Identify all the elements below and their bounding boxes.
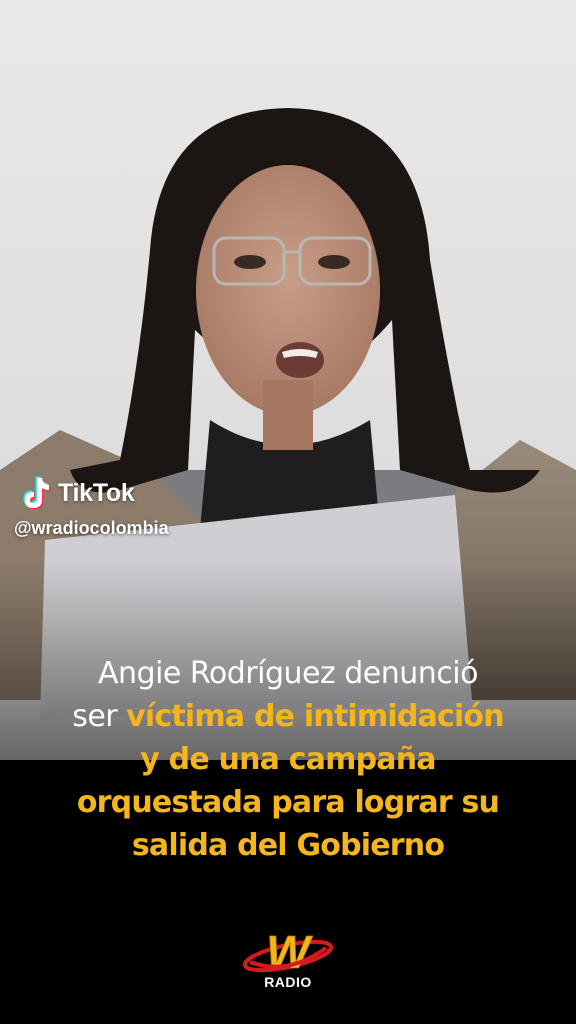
- caption-text-white-2: ser: [72, 699, 127, 734]
- caption-text-highlight-2: y de una campaña: [140, 742, 436, 777]
- caption-line-1: Angie Rodríguez denunció: [20, 652, 556, 695]
- caption-line-2: ser víctima de intimidación: [20, 695, 556, 738]
- logo-subtitle: RADIO: [264, 974, 312, 990]
- logo-letter: W: [266, 926, 313, 978]
- caption-text-highlight-3: orquestada para lograr su: [76, 785, 500, 820]
- video-frame[interactable]: TikTok @wradiocolombia Angie Rodríguez d…: [0, 0, 576, 1024]
- caption-line-3: y de una campaña: [20, 738, 556, 781]
- video-still: [0, 0, 576, 1024]
- caption-text-highlight-1: víctima de intimidación: [126, 699, 504, 734]
- caption-text-highlight-4: salida del Gobierno: [131, 828, 445, 863]
- tiktok-icon: [23, 476, 51, 510]
- caption-line-4: orquestada para lograr su: [20, 781, 556, 824]
- account-handle: @wradiocolombia: [14, 518, 169, 538]
- tiktok-watermark: TikTok: [18, 474, 135, 512]
- tiktok-brand-name: TikTok: [58, 478, 135, 507]
- news-caption: Angie Rodríguez denunció ser víctima de …: [20, 652, 556, 867]
- caption-text-white-1: Angie Rodríguez denunció: [98, 656, 479, 691]
- caption-line-5: salida del Gobierno: [20, 824, 556, 867]
